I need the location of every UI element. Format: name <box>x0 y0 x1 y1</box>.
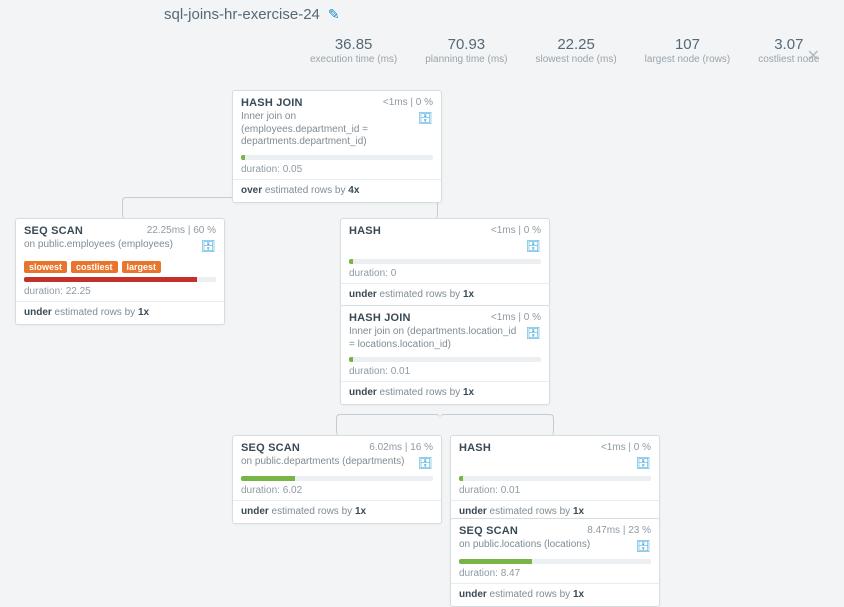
duration-bar <box>349 357 353 362</box>
database-icon: 🗄 <box>201 239 216 253</box>
plan-node-hash-join-2[interactable]: HASH JOIN <1ms | 0 % Inner join on (depa… <box>340 305 550 405</box>
duration-bar <box>349 259 353 264</box>
database-icon: 🗄 <box>526 326 541 340</box>
plan-node-hash-2[interactable]: HASH <1ms | 0 % 🗄 duration: 0.01 under e… <box>450 435 660 524</box>
badge-costliest: costliest <box>71 261 118 273</box>
plan-node-hash-join-root[interactable]: HASH JOIN <1ms | 0 % Inner join on (empl… <box>232 90 442 203</box>
duration-bar <box>241 476 295 481</box>
plan-canvas: HASH JOIN <1ms | 0 % Inner join on (empl… <box>0 0 844 605</box>
row-estimate: over estimated rows by 4x <box>233 180 441 202</box>
plan-node-seq-scan-locations[interactable]: SEQ SCAN 8.47ms | 23 % on public.locatio… <box>450 518 660 607</box>
database-icon: 🗄 <box>418 111 433 125</box>
duration-bar <box>459 559 532 564</box>
duration-bar <box>24 277 197 282</box>
database-icon: 🗄 <box>526 239 541 253</box>
row-estimate: under estimated rows by 1x <box>341 284 549 306</box>
row-estimate: under estimated rows by 1x <box>233 501 441 523</box>
database-icon: 🗄 <box>636 456 651 470</box>
database-icon: 🗄 <box>418 456 433 470</box>
badge-largest: largest <box>122 261 162 273</box>
row-estimate: under estimated rows by 1x <box>451 584 659 606</box>
duration-bar <box>459 476 463 481</box>
row-estimate: under estimated rows by 1x <box>16 302 224 324</box>
plan-node-seq-scan-departments[interactable]: SEQ SCAN 6.02ms | 16 % on public.departm… <box>232 435 442 524</box>
plan-node-hash-1[interactable]: HASH <1ms | 0 % 🗄 duration: 0 under esti… <box>340 218 550 307</box>
duration-bar <box>241 155 245 160</box>
row-estimate: under estimated rows by 1x <box>341 382 549 404</box>
badge-slowest: slowest <box>24 261 67 273</box>
plan-node-seq-scan-employees[interactable]: SEQ SCAN 22.25ms | 60 % on public.employ… <box>15 218 225 325</box>
database-icon: 🗄 <box>636 539 651 553</box>
